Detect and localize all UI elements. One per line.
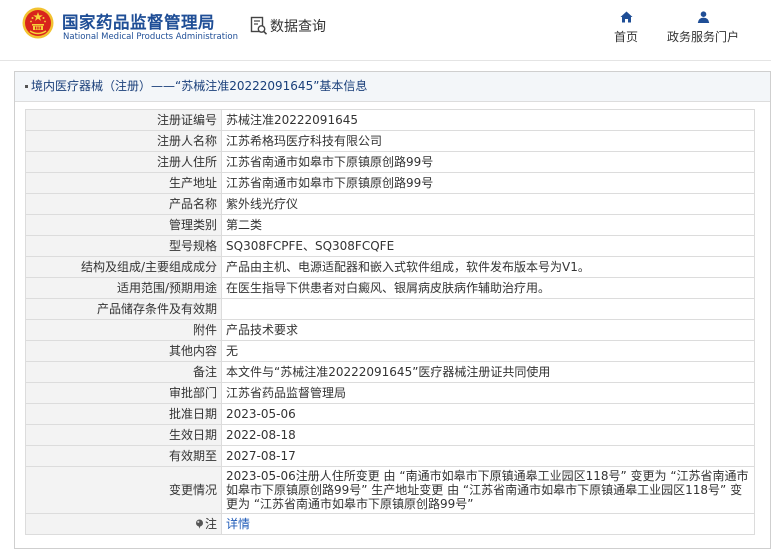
row-label: 产品名称 [25,193,222,215]
row-label: 结构及组成/主要组成成分 [25,256,222,278]
site-subtitle: National Medical Products Administration [63,32,238,42]
row-label: 适用范围/预期用途 [25,277,222,299]
table-row: 审批部门 江苏省药品监督管理局 [25,382,755,404]
detail-panel: 境内医疗器械（注册）——“苏械注准20222091645”基本信息 注册证编号苏… [14,71,771,549]
nav-service-portal[interactable]: 政务服务门户 [664,11,742,45]
data-query-link[interactable]: 数据查询 [250,16,326,36]
details-link[interactable]: 详情 [226,517,250,531]
table-row: 注册人住所 江苏省南通市如皋市下原镇原创路99号 [25,151,755,173]
row-label: 审批部门 [25,382,222,404]
row-value: 2022-08-18 [221,424,755,446]
row-value: 产品技术要求 [221,319,755,341]
row-label: 注册证编号 [25,109,222,131]
note-label: 注 [204,517,217,531]
row-value: 江苏省药品监督管理局 [221,382,755,404]
table-row: 有效期至 2027-08-17 [25,445,755,467]
data-query-label: 数据查询 [270,19,326,35]
row-label: 生产地址 [25,172,222,194]
table-row: 批准日期 2023-05-06 [25,403,755,425]
site-header: 国家药品监督管理局 National Medical Products Admi… [0,0,771,56]
row-value: 无 [221,340,755,362]
row-value: 本文件与“苏械注准20222091645”医疗器械注册证共同使用 [221,361,755,383]
row-value: 第二类 [221,214,755,236]
table-row: 产品名称 紫外线光疗仪 [25,193,755,215]
row-value: SQ308FCPFE、SQ308FCQFE [221,235,755,257]
table-row: 生产地址 江苏省南通市如皋市下原镇原创路99号 [25,172,755,194]
row-value: 紫外线光疗仪 [221,193,755,215]
row-value: 苏械注准20222091645 [221,109,755,131]
row-label: 生效日期 [25,424,222,446]
row-label: 产品储存条件及有效期 [25,298,222,320]
row-value: 在医生指导下供患者对白癜风、银屑病皮肤病作辅助治疗用。 [221,277,755,299]
table-row: 管理类别 第二类 [25,214,755,236]
row-value: 2023-05-06注册人住所变更 由 “南通市如皋市下原镇通皋工业园区118号… [221,466,755,514]
table-row: 备注 本文件与“苏械注准20222091645”医疗器械注册证共同使用 [25,361,755,383]
note-label-cell: 注 [25,513,222,535]
row-value: 江苏希格玛医疗科技有限公司 [221,130,755,152]
table-row-note: 注 详情 [25,513,755,535]
info-table: 注册证编号 苏械注准20222091645 注册人名称 江苏希格玛医疗科技有限公司 … [25,109,755,535]
table-row: 产品储存条件及有效期 [25,298,755,320]
note-value-cell: 详情 [221,513,755,535]
row-value [221,298,755,320]
row-value: 江苏省南通市如皋市下原镇原创路99号 [221,172,755,194]
breadcrumb-text: 境内医疗器械（注册）——“苏械注准20222091645”基本信息 [31,79,368,93]
table-row: 注册人名称 江苏希格玛医疗科技有限公司 [25,130,755,152]
nav-home-label: 首页 [613,30,638,44]
row-label: 注册人名称 [25,130,222,152]
table-row: 结构及组成/主要组成成分 产品由主机、电源适配器和嵌入式软件组成，软件发布版本号为… [25,256,755,278]
header-divider [0,60,771,61]
document-search-icon [250,16,268,35]
national-emblem-icon [22,7,54,39]
nav-portal-label: 政务服务门户 [666,30,739,44]
row-label: 其他内容 [25,340,222,362]
table-row: 型号规格 SQ308FCPFE、SQ308FCQFE [25,235,755,257]
row-label: 备注 [25,361,222,383]
row-value: 产品由主机、电源适配器和嵌入式软件组成，软件发布版本号为V1。 [221,256,755,278]
row-label: 有效期至 [25,445,222,467]
row-label: 注册人住所 [25,151,222,173]
table-row: 附件 产品技术要求 [25,319,755,341]
table-row: 注册证编号 苏械注准20222091645 [25,109,755,131]
bullet-icon [25,85,28,88]
breadcrumb: 境内医疗器械（注册）——“苏械注准20222091645”基本信息 [15,72,770,102]
row-label: 附件 [25,319,222,341]
table-row: 生效日期 2022-08-18 [25,424,755,446]
row-label: 批准日期 [25,403,222,425]
table-row: 其他内容无 [25,340,755,362]
row-label: 管理类别 [25,214,222,236]
table-row: 适用范围/预期用途 在医生指导下供患者对白癜风、银屑病皮肤病作辅助治疗用。 [25,277,755,299]
user-icon [697,11,709,23]
pin-icon [195,519,203,529]
row-label: 型号规格 [25,235,222,257]
nav-home[interactable]: 首页 [612,11,640,45]
site-title: 国家药品监督管理局 [62,13,215,32]
home-icon [620,11,632,23]
row-label: 变更情况 [25,466,222,514]
row-value: 2023-05-06 [221,403,755,425]
row-value: 2027-08-17 [221,445,755,467]
row-value: 江苏省南通市如皋市下原镇原创路99号 [221,151,755,173]
table-row-change-history: 变更情况 2023-05-06注册人住所变更 由 “南通市如皋市下原镇通皋工业园区… [25,466,755,514]
